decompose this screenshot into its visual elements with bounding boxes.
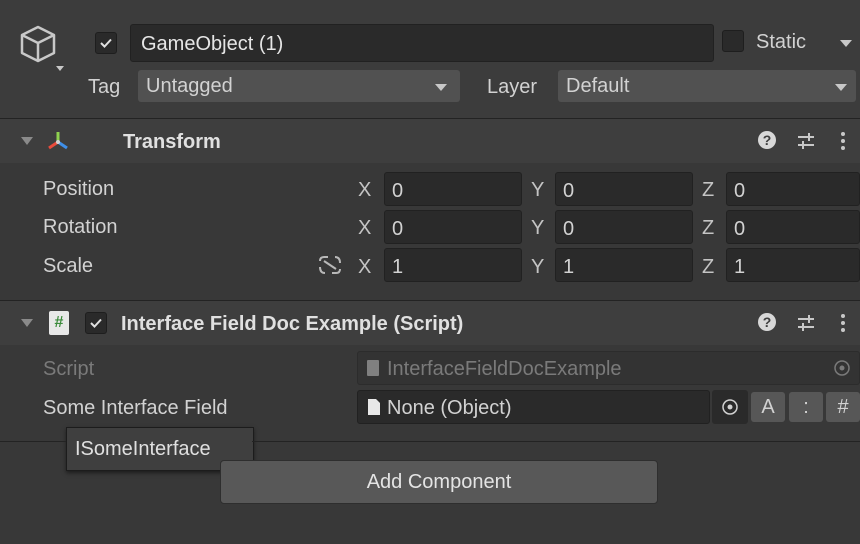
position-axis-y[interactable]: Y [531,179,544,202]
scale-axis-y[interactable]: Y [531,256,544,279]
scene-filter-button[interactable]: : [789,392,823,422]
rotation-z-value: 0 [734,218,746,240]
more-options-icon[interactable] [838,130,848,152]
rotation-axis-x[interactable]: X [358,217,371,240]
gameobject-cube-icon[interactable] [18,22,70,74]
add-component-label: Add Component [366,471,512,493]
static-dropdown-arrow-icon[interactable] [838,36,854,48]
position-y-value: 0 [563,180,575,202]
static-checkbox[interactable] [722,30,744,52]
layer-dropdown[interactable]: Default [558,70,856,102]
script-enabled-checkbox[interactable] [85,312,107,334]
script-file-small-icon [367,360,379,376]
position-label: Position [43,178,115,200]
tag-label: Tag [88,76,121,98]
help-icon[interactable]: ? [758,131,776,149]
position-x-value: 0 [392,180,404,202]
object-picker-icon [834,360,850,376]
static-label: Static [756,31,807,53]
add-component-button[interactable]: Add Component [220,460,658,504]
script-label: Script [43,358,95,380]
position-x-input[interactable]: 0 [384,172,522,206]
position-axis-z[interactable]: Z [702,179,714,202]
presets-icon[interactable] [795,131,817,151]
chevron-down-icon [835,84,847,91]
interface-object-field[interactable]: None (Object) [357,390,710,424]
script-object-field: InterfaceFieldDocExample [357,351,860,385]
active-checkbox[interactable] [95,32,117,54]
object-picker-icon [722,399,738,415]
rotation-x-value: 0 [392,218,404,240]
interface-field-label: Some Interface Field [43,397,228,419]
tag-value: Untagged [146,75,233,97]
gameobject-name: GameObject (1) [141,33,284,55]
script-value: InterfaceFieldDocExample [387,358,622,380]
layer-label: Layer [487,76,538,98]
position-y-input[interactable]: 0 [555,172,693,206]
divider [252,441,860,442]
position-axis-x[interactable]: X [358,179,371,202]
rotation-y-value: 0 [563,218,575,240]
foldout-arrow-icon[interactable] [20,135,34,147]
tooltip-text: ISomeInterface [75,438,211,460]
rotation-z-input[interactable]: 0 [726,210,860,244]
rotation-x-input[interactable]: 0 [384,210,522,244]
scale-x-value: 1 [392,256,404,278]
rotation-label: Rotation [43,216,118,238]
checkmark-icon [100,38,112,48]
help-icon[interactable]: ? [758,313,776,331]
scale-label: Scale [43,255,94,277]
scale-axis-x[interactable]: X [358,256,371,279]
assets-filter-button[interactable]: A [751,392,785,422]
script-filter-button[interactable]: # [826,392,860,422]
interface-field-value: None (Object) [387,397,512,419]
rotation-y-input[interactable]: 0 [555,210,693,244]
scale-z-input[interactable]: 1 [726,248,860,282]
rotation-axis-y[interactable]: Y [531,217,544,240]
scale-y-input[interactable]: 1 [555,248,693,282]
layer-value: Default [566,75,630,97]
unlinked-chain-icon[interactable] [316,253,344,277]
foldout-arrow-icon[interactable] [20,317,34,329]
position-z-value: 0 [734,180,746,202]
script-component-title: Interface Field Doc Example (Script) [121,313,464,335]
chevron-down-icon [435,84,447,91]
gameobject-name-input[interactable]: GameObject (1) [130,24,714,62]
transform-title: Transform [123,131,221,153]
script-file-icon: # [49,311,69,335]
more-options-icon[interactable] [838,312,848,334]
tag-dropdown[interactable]: Untagged [138,70,460,102]
scale-x-input[interactable]: 1 [384,248,522,282]
document-icon [368,399,380,415]
rotation-axis-z[interactable]: Z [702,217,714,240]
checkmark-icon [90,318,102,328]
scale-y-value: 1 [563,256,575,278]
presets-icon[interactable] [795,313,817,333]
scale-z-value: 1 [734,256,746,278]
object-picker-button[interactable] [712,390,748,424]
transform-icon [48,132,68,150]
position-z-input[interactable]: 0 [726,172,860,206]
divider [0,441,66,442]
scale-axis-z[interactable]: Z [702,256,714,279]
